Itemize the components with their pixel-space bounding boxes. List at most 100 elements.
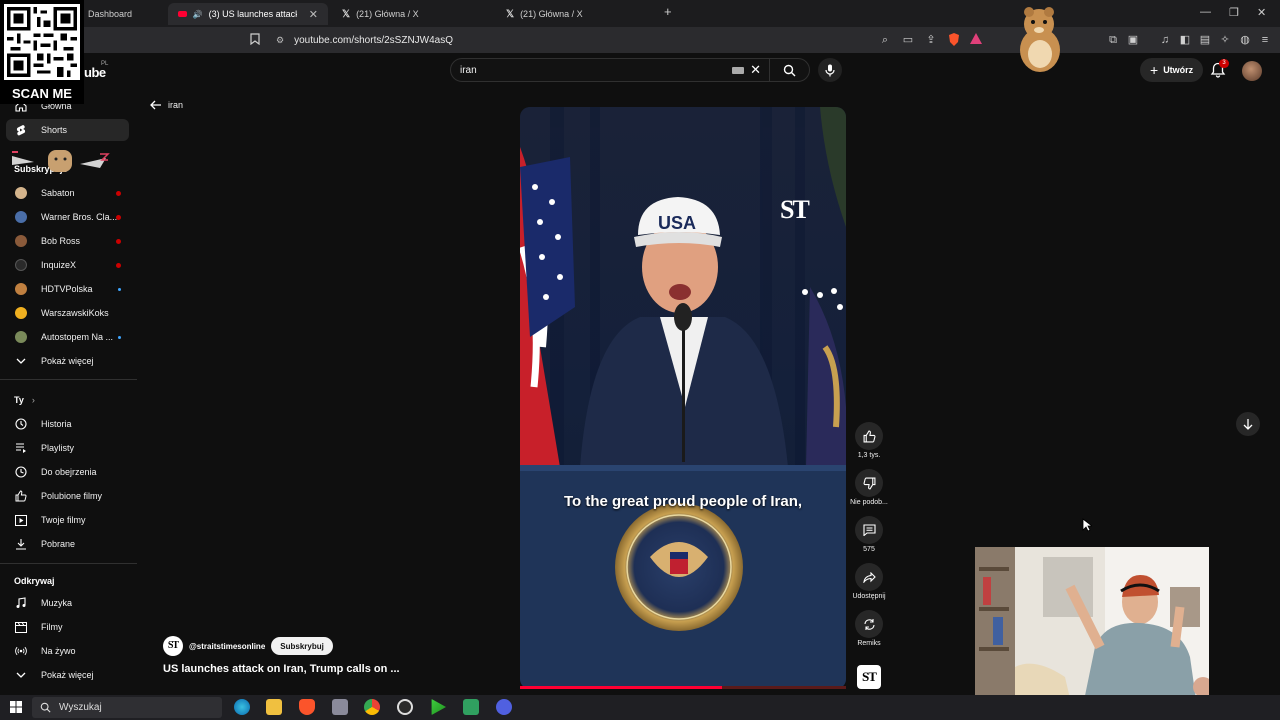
channel-name[interactable]: @straitstimesonline [189,642,265,651]
short-video-player[interactable]: USA ST [520,107,846,689]
search-input[interactable]: iran [460,65,732,76]
sidebar-item-hdtvpolska[interactable]: HDTVPolska [6,278,129,300]
app-icon-generic[interactable] [332,699,348,715]
back-button[interactable]: iran [150,100,183,110]
tabs-icon[interactable]: ▤ [1198,33,1212,47]
account-avatar[interactable] [1242,61,1262,81]
dislike-label: Nie podob... [850,499,888,506]
sidebar-divider [0,379,137,380]
new-tab-icon[interactable]: + [664,4,672,19]
brave-app-icon[interactable] [299,699,315,715]
sidebar-item-live[interactable]: Na żywo [6,640,129,662]
clear-search-icon[interactable]: ✕ [750,62,761,78]
share-page-icon[interactable]: ⇪ [924,33,938,47]
brave-rewards-icon[interactable] [969,33,983,47]
zoom-icon[interactable]: ⌕ [878,33,892,47]
sidebar-item-liked-videos[interactable]: Polubione filmy [6,485,129,507]
extensions-icon[interactable]: ⧉ [1106,33,1120,47]
sidebar-item-shorts[interactable]: Shorts [6,119,129,141]
cap-text: USA [658,213,696,233]
youtube-logo[interactable]: ube [84,65,106,80]
sidebar-item-history[interactable]: Historia [6,413,129,435]
youtube-header: ube PL iran ✕ + Utwórz 3 [0,53,1280,89]
chrome-app-icon[interactable] [364,699,380,715]
plus-icon: + [1150,62,1159,78]
sidebar-toggle-icon[interactable]: ◧ [1178,33,1192,47]
leo-ai-icon[interactable]: ✧ [1218,33,1232,47]
menu-icon[interactable]: ≡ [1258,33,1272,47]
restore-icon[interactable]: ❐ [1229,6,1239,19]
channel-avatar[interactable]: ST [163,636,183,656]
discord-app-icon[interactable] [496,699,512,715]
thumbs-down-icon [863,477,875,489]
keyboard-icon[interactable] [732,66,745,74]
channel-badge[interactable]: ST [857,665,881,689]
sidebar-item-sabaton[interactable]: Sabaton [6,182,129,204]
short-title[interactable]: US launches attack on Iran, Trump calls … [163,663,400,675]
sidebar-item-playlists[interactable]: Playlisty [6,437,129,459]
share-button[interactable] [855,563,883,591]
sidebar-item-downloads[interactable]: Pobrane [6,533,129,555]
search-button[interactable] [769,58,809,82]
video-progress-bar[interactable] [520,686,846,689]
tab-label: (21) Główna / X [520,9,583,19]
video-watermark: ST [780,195,810,224]
windows-start-icon[interactable] [10,701,22,713]
vpn-icon[interactable]: ◍ [1238,33,1252,47]
sidebar-item-warszawskikoks[interactable]: WarszawskiKoks [6,302,129,324]
channel-avatar [15,259,27,271]
remix-button[interactable] [855,610,883,638]
tab-x-1[interactable]: 𝕏 (21) Główna / X [332,3,492,25]
remix-action: Remiks [852,610,886,647]
subscribe-button[interactable]: Subskrybuj [271,637,333,655]
music-icon [15,597,27,609]
show-more-subscriptions-button[interactable]: Pokaż więcej [6,350,129,372]
wallet-icon[interactable]: ▣ [1126,33,1140,47]
show-more-explore-button[interactable]: Pokaż więcej [6,664,129,686]
cast-icon[interactable]: ▭ [901,33,915,47]
edge-app-icon[interactable] [234,699,250,715]
live-indicator-icon [116,262,121,268]
voice-search-button[interactable] [818,58,842,82]
sidebar-item-inquizex[interactable]: InquizeX [6,254,129,276]
sidebar-item-label: Pobrane [41,539,76,549]
create-button[interactable]: + Utwórz [1140,58,1204,82]
app-icon-green[interactable] [463,699,479,715]
close-tab-icon[interactable]: ✕ [309,8,318,21]
youtube-favicon-icon [178,11,187,17]
sidebar-item-watch-later[interactable]: Do obejrzenia [6,461,129,483]
live-indicator-icon [116,190,121,196]
media-icon[interactable]: ♫ [1158,33,1172,47]
dislike-button[interactable] [855,469,883,497]
search-box[interactable]: iran ✕ [450,58,810,82]
sidebar-item-your-videos[interactable]: Twoje filmy [6,509,129,531]
taskbar-search[interactable]: Wyszukaj [32,697,222,718]
sidebar-item-label: Twoje filmy [41,515,86,525]
brave-shield-icon[interactable] [947,33,961,47]
share-label: Udostępnij [852,593,886,600]
close-window-icon[interactable]: ✕ [1257,6,1266,19]
you-heading[interactable]: Ty › [14,395,35,405]
minimize-icon[interactable]: — [1200,6,1211,18]
next-short-button[interactable] [1236,412,1260,436]
tab-dashboard[interactable]: Dashboard [78,3,164,25]
tab-youtube[interactable]: 🔊 (3) US launches attack on Iran ✕ [168,3,328,25]
like-button[interactable] [855,422,883,450]
sidebar-item-music[interactable]: Muzyka [6,592,129,614]
sidebar-item-warner-bros[interactable]: Warner Bros. Cla... [6,206,129,228]
comments-button[interactable] [855,516,883,544]
speaker-icon[interactable]: 🔊 [193,10,203,19]
media-player-icon[interactable] [431,699,446,715]
sidebar-item-autostopem[interactable]: Autostopem Na ... [6,326,129,348]
sidebar-item-label: Shorts [41,125,68,135]
sidebar-item-bob-ross[interactable]: Bob Ross [6,230,129,252]
video-progress-fill [520,686,723,689]
sidebar-item-movies[interactable]: Filmy [6,616,129,638]
like-count: 1,3 tys. [857,452,881,459]
site-settings-icon[interactable]: ⚙ [276,35,284,46]
bookmark-icon[interactable] [248,33,262,47]
tab-x-2[interactable]: 𝕏 (21) Główna / X [496,3,656,25]
file-explorer-icon[interactable] [266,699,282,715]
obs-app-icon[interactable] [397,699,413,715]
qr-code-image [7,7,77,77]
